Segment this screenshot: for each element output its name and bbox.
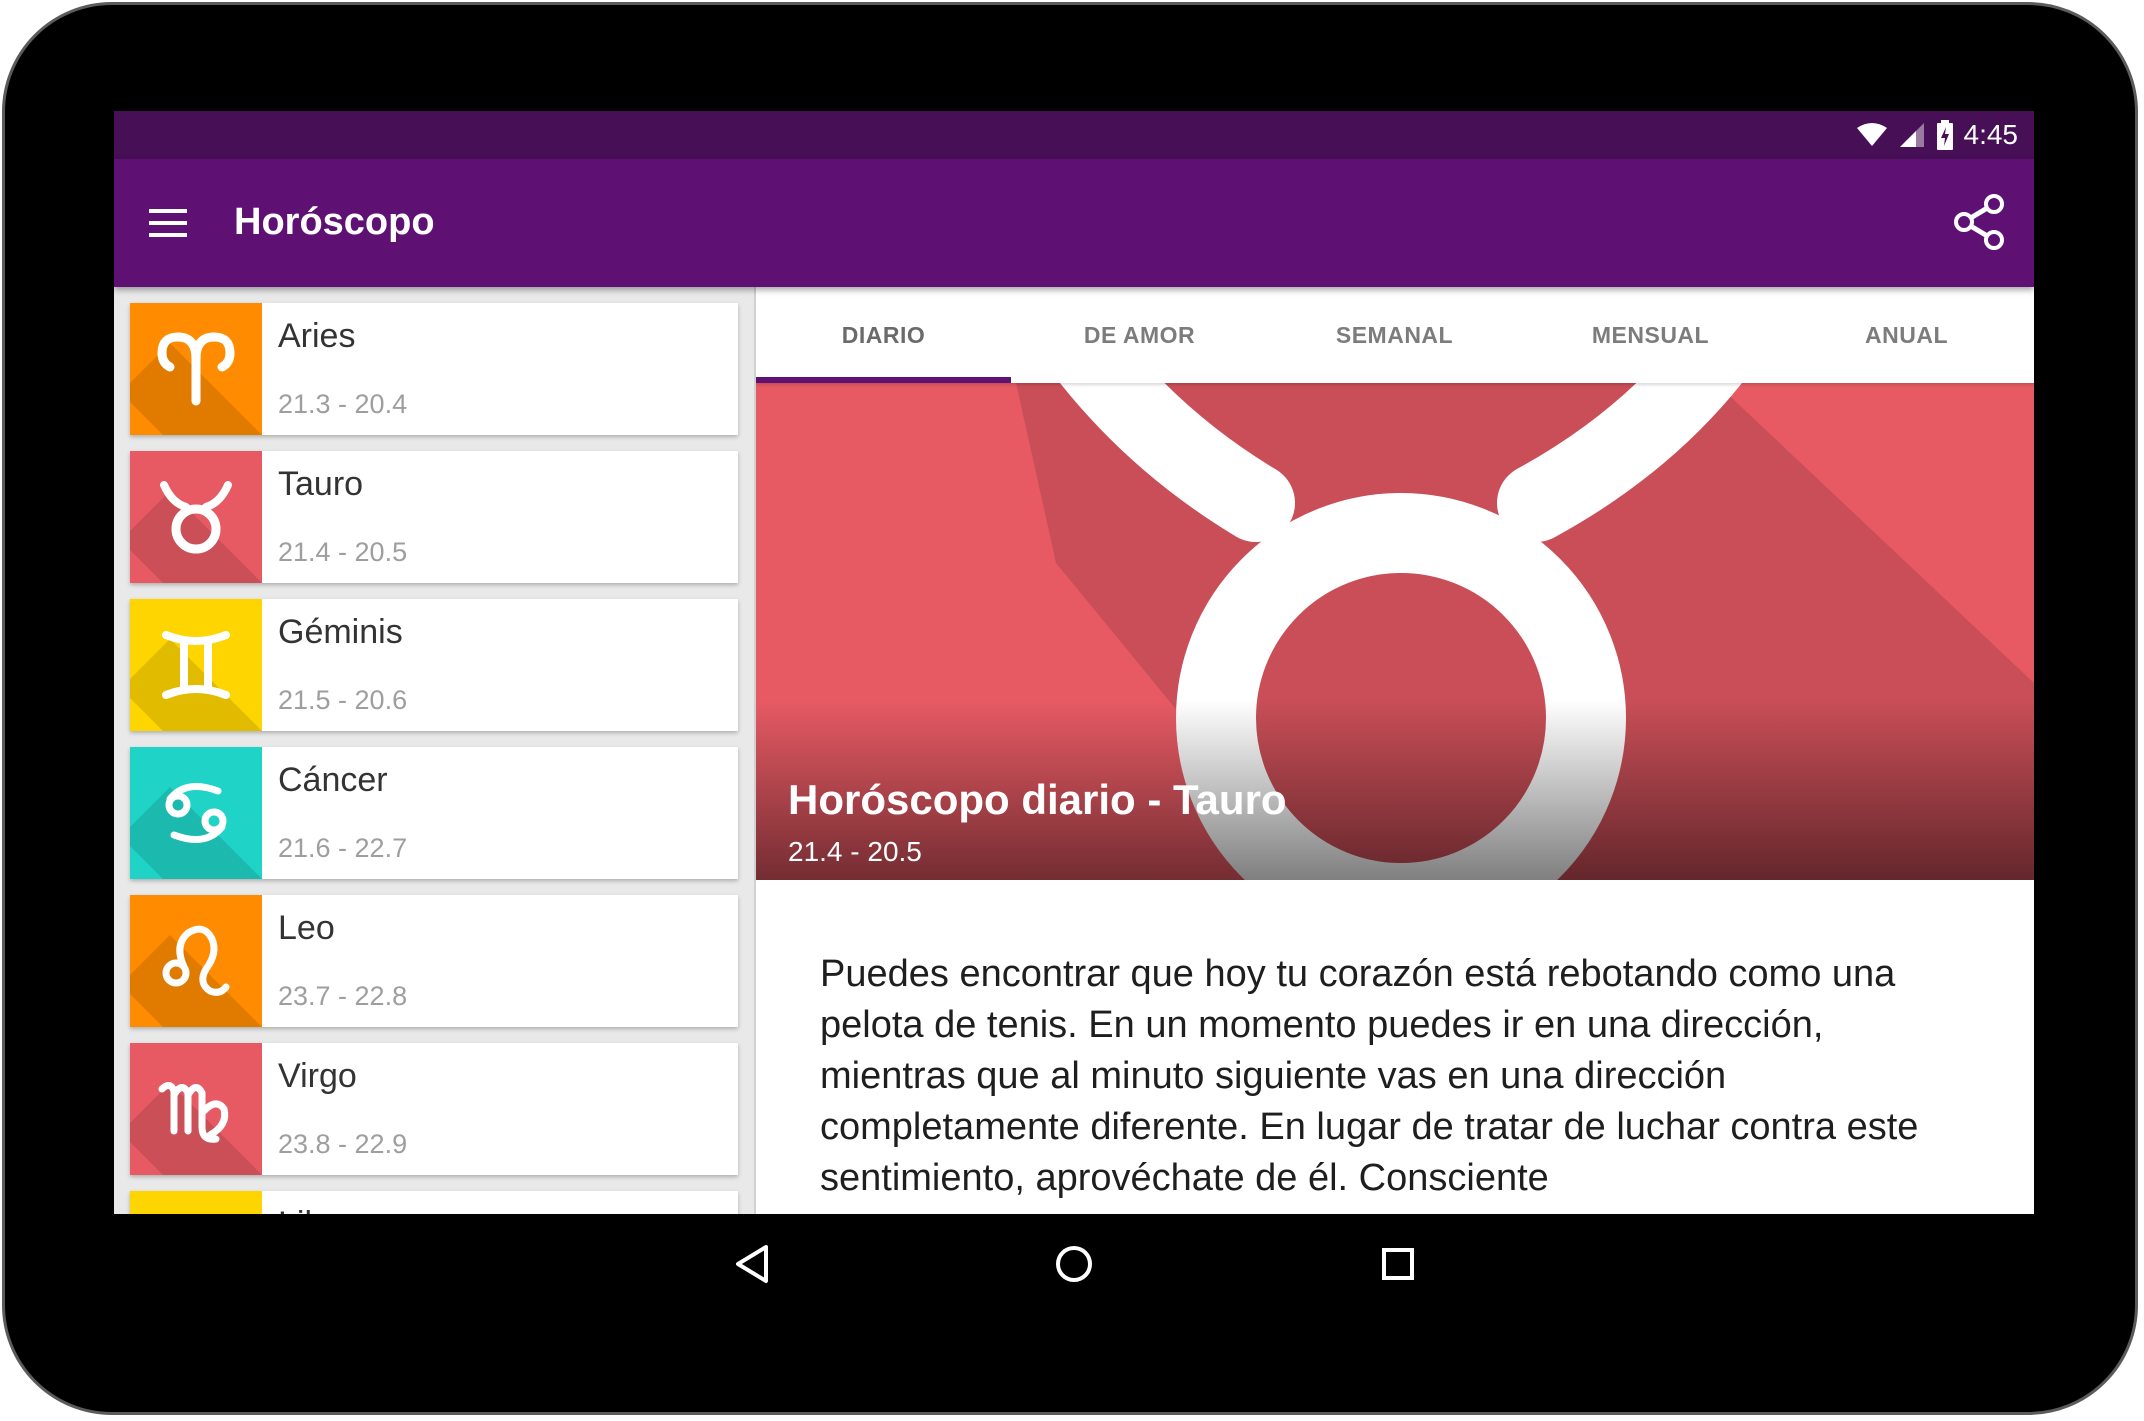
hero-title: Horóscopo diario - Tauro bbox=[788, 776, 1287, 823]
screen: 4:45 Horóscopo Aries 21.3 - 20.4 Tauro 2… bbox=[114, 111, 2034, 1214]
sign-dates: 23.7 - 22.8 bbox=[278, 981, 408, 1011]
sign-item-tauro[interactable]: Tauro 21.4 - 20.5 bbox=[130, 451, 738, 583]
app-bar: Horóscopo bbox=[114, 159, 2034, 287]
tab-label: DE AMOR bbox=[1083, 321, 1196, 348]
wifi-icon bbox=[1856, 123, 1887, 146]
sign-item-geminis[interactable]: Géminis 21.5 - 20.6 bbox=[130, 599, 738, 731]
sign-item-cancer[interactable]: Cáncer 21.6 - 22.7 bbox=[130, 747, 738, 879]
sign-name: Virgo bbox=[278, 1057, 357, 1095]
back-icon bbox=[736, 1245, 768, 1283]
taurus-icon bbox=[160, 481, 232, 554]
sign-name: Tauro bbox=[278, 465, 364, 503]
tab-mensual[interactable]: MENSUAL bbox=[1523, 287, 1778, 383]
tab-semanal[interactable]: SEMANAL bbox=[1267, 287, 1522, 383]
tab-anual[interactable]: ANUAL bbox=[1779, 287, 2034, 383]
tablet-device: 4:45 Horóscopo Aries 21.3 - 20.4 Tauro 2… bbox=[0, 0, 2144, 1421]
tab-label: ANUAL bbox=[1865, 321, 1948, 348]
sign-name: Leo bbox=[278, 909, 335, 947]
tab-diario[interactable]: DIARIO bbox=[756, 287, 1011, 383]
status-bar: 4:45 bbox=[114, 111, 2034, 159]
hero-banner: Horóscopo diario - Tauro 21.4 - 20.5 bbox=[756, 383, 2034, 880]
leo-icon bbox=[162, 925, 230, 996]
period-tabs: DIARIO DE AMOR SEMANAL MENSUAL ANUAL bbox=[756, 287, 2034, 383]
sign-dates: 21.4 - 20.5 bbox=[278, 537, 408, 567]
sign-item-libra[interactable]: Libra bbox=[130, 1191, 738, 1214]
app-title: Horóscopo bbox=[234, 201, 435, 243]
tab-label: SEMANAL bbox=[1335, 321, 1454, 348]
sign-item-leo[interactable]: Leo 23.7 - 22.8 bbox=[130, 895, 738, 1027]
sign-icon-tile bbox=[130, 1043, 262, 1175]
sign-icon-tile bbox=[130, 895, 262, 1027]
sign-list: Aries 21.3 - 20.4 Tauro 21.4 - 20.5 Gémi… bbox=[114, 287, 756, 1214]
sign-dates: 21.5 - 20.6 bbox=[278, 685, 408, 715]
cancer-icon bbox=[165, 783, 227, 843]
sign-item-aries[interactable]: Aries 21.3 - 20.4 bbox=[130, 303, 738, 435]
back-button[interactable] bbox=[726, 1238, 778, 1290]
tab-de-amor[interactable]: DE AMOR bbox=[1012, 287, 1267, 383]
hero-dates: 21.4 - 20.5 bbox=[788, 836, 922, 867]
sign-name: Géminis bbox=[278, 613, 403, 651]
sign-name: Aries bbox=[278, 317, 356, 355]
sign-icon-tile bbox=[130, 599, 262, 731]
sign-icon-tile bbox=[130, 747, 262, 879]
sign-icon-tile bbox=[130, 1191, 262, 1214]
status-icons: 4:45 bbox=[1856, 111, 2019, 159]
recents-button[interactable] bbox=[1372, 1238, 1424, 1290]
tab-indicator bbox=[756, 377, 1011, 383]
battery-charging-icon bbox=[1936, 120, 1953, 150]
navigation-bar bbox=[114, 1214, 2034, 1312]
tab-label: DIARIO bbox=[841, 321, 926, 348]
sign-dates: 21.6 - 22.7 bbox=[278, 833, 408, 863]
menu-button[interactable] bbox=[144, 199, 192, 247]
virgo-icon bbox=[158, 1082, 229, 1143]
gemini-icon bbox=[162, 631, 230, 699]
menu-icon bbox=[149, 209, 187, 237]
sign-icon-tile bbox=[130, 451, 262, 583]
share-button[interactable] bbox=[1950, 193, 2008, 251]
sign-icon-tile bbox=[130, 303, 262, 435]
horoscope-detail: DIARIO DE AMOR SEMANAL MENSUAL ANUAL Hor… bbox=[756, 287, 2034, 1214]
horoscope-text: Puedes encontrar que hoy tu corazón está… bbox=[820, 953, 1919, 1199]
sign-item-virgo[interactable]: Virgo 23.8 - 22.9 bbox=[130, 1043, 738, 1175]
tab-label: MENSUAL bbox=[1591, 321, 1710, 348]
signal-icon bbox=[1899, 123, 1924, 147]
home-icon bbox=[1056, 1246, 1092, 1282]
sign-dates: 21.3 - 20.4 bbox=[278, 389, 408, 419]
recents-icon bbox=[1382, 1248, 1414, 1280]
sign-name: Cáncer bbox=[278, 761, 388, 799]
aries-icon bbox=[157, 332, 235, 406]
home-button[interactable] bbox=[1048, 1238, 1100, 1290]
status-time: 4:45 bbox=[1963, 119, 2019, 150]
share-icon bbox=[1954, 194, 2004, 250]
sign-name: Libra bbox=[278, 1205, 354, 1214]
sign-dates: 23.8 - 22.9 bbox=[278, 1129, 408, 1159]
